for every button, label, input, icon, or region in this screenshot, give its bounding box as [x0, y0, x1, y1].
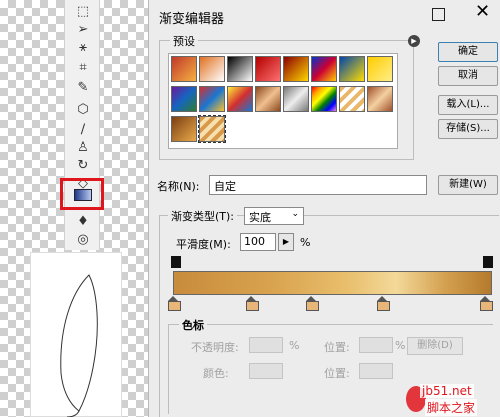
gradient-bar[interactable]	[173, 271, 492, 295]
delete-stop-button: 删除(D)	[407, 337, 463, 355]
blur-tool-icon[interactable]: ♦	[73, 212, 93, 230]
eyedropper-tool-icon[interactable]: ✎	[73, 78, 93, 96]
new-button[interactable]: 新建(W)	[438, 175, 498, 195]
watermark-site-name: 脚本之家	[425, 399, 478, 416]
dodge-tool-icon[interactable]: ◎	[73, 230, 93, 248]
color-stop[interactable]	[480, 296, 493, 311]
smoothness-input[interactable]: 100	[240, 233, 276, 251]
gradient-type-select[interactable]: 实底 ⌄	[244, 207, 304, 225]
dialog-title: 渐变编辑器	[159, 12, 225, 27]
crop-tool-icon[interactable]: ⌗	[73, 58, 93, 76]
lasso-tool-icon[interactable]: ➢	[73, 20, 93, 38]
opacity-stop-left[interactable]	[171, 256, 181, 268]
stops-label: 色标	[179, 317, 207, 333]
preset-swatch[interactable]	[311, 56, 337, 82]
opacity-position-label: 位置:	[324, 341, 350, 354]
opacity-label: 不透明度:	[191, 341, 239, 354]
preset-swatch[interactable]	[339, 86, 365, 112]
brush-tool-icon[interactable]: ∕	[73, 120, 93, 138]
color-position-input	[359, 363, 393, 379]
smoothness-label: 平滑度(M):	[176, 238, 231, 251]
preset-swatch[interactable]	[199, 86, 225, 112]
color-stop[interactable]	[306, 296, 319, 311]
opacity-position-input	[359, 337, 393, 353]
preset-swatch[interactable]	[171, 86, 197, 112]
magic-wand-tool-icon[interactable]: ⚹	[73, 38, 93, 56]
toolbox: ⬚ ➢ ⚹ ⌗ ✎ ⬡ ∕ ♙ ↻ ◇ ♦ ◎	[60, 0, 104, 250]
gradient-editor-dialog: 渐变编辑器 ✕ 预设 ▶ 确定 取消 载入(L)... 存储(S)... 名称(…	[148, 0, 500, 417]
close-icon[interactable]: ✕	[475, 3, 490, 21]
name-input[interactable]: 自定	[209, 175, 427, 195]
stamp-tool-icon[interactable]: ♙	[73, 138, 93, 156]
color-position-label: 位置:	[324, 367, 350, 380]
preset-swatch-selected[interactable]	[198, 115, 226, 143]
preset-swatch[interactable]	[171, 116, 197, 142]
opacity-unit: %	[289, 339, 300, 352]
opacity-position-unit: %	[395, 339, 406, 352]
marquee-tool-icon[interactable]: ⬚	[73, 2, 93, 20]
gradient-tool-highlight	[60, 178, 104, 210]
leaf-sketch	[60, 274, 98, 417]
preset-swatch[interactable]	[367, 86, 393, 112]
opacity-stop-right[interactable]	[483, 256, 493, 268]
preset-swatch[interactable]	[311, 86, 337, 112]
gradient-type-value: 实底	[249, 211, 271, 224]
watermark-url: jb51.net	[420, 384, 474, 398]
preset-swatch[interactable]	[227, 86, 253, 112]
color-stop[interactable]	[168, 296, 181, 311]
load-button[interactable]: 载入(L)...	[438, 95, 498, 115]
gradient-type-label: 渐变类型(T):	[168, 208, 238, 224]
preset-swatch[interactable]	[255, 56, 281, 82]
presets-menu-icon[interactable]: ▶	[408, 35, 420, 47]
history-brush-tool-icon[interactable]: ↻	[73, 156, 93, 174]
cancel-button[interactable]: 取消	[438, 66, 498, 86]
name-label: 名称(N):	[157, 180, 200, 193]
preset-swatch[interactable]	[227, 56, 253, 82]
maximize-icon[interactable]	[432, 8, 445, 21]
preset-swatch[interactable]	[367, 56, 393, 82]
preset-swatch[interactable]	[339, 56, 365, 82]
healing-tool-icon[interactable]: ⬡	[73, 100, 93, 118]
opacity-input	[249, 337, 283, 353]
presets-label: 预设	[170, 33, 198, 49]
color-label: 颜色:	[203, 367, 229, 380]
preset-swatch-grid	[168, 53, 398, 149]
smoothness-unit: %	[300, 236, 311, 249]
color-picker	[249, 363, 283, 379]
canvas-document[interactable]	[30, 252, 122, 417]
ok-button[interactable]: 确定	[438, 42, 498, 62]
preset-swatch[interactable]	[283, 56, 309, 82]
chevron-down-icon: ⌄	[291, 209, 299, 219]
preset-swatch[interactable]	[283, 86, 309, 112]
presets-panel: 预设 ▶	[159, 33, 420, 160]
color-stop[interactable]	[246, 296, 259, 311]
preset-swatch[interactable]	[171, 56, 197, 82]
color-stop[interactable]	[377, 296, 390, 311]
save-button[interactable]: 存储(S)...	[438, 119, 498, 139]
preset-swatch[interactable]	[255, 86, 281, 112]
preset-swatch[interactable]	[199, 56, 225, 82]
smoothness-stepper[interactable]: ▶	[278, 233, 294, 251]
